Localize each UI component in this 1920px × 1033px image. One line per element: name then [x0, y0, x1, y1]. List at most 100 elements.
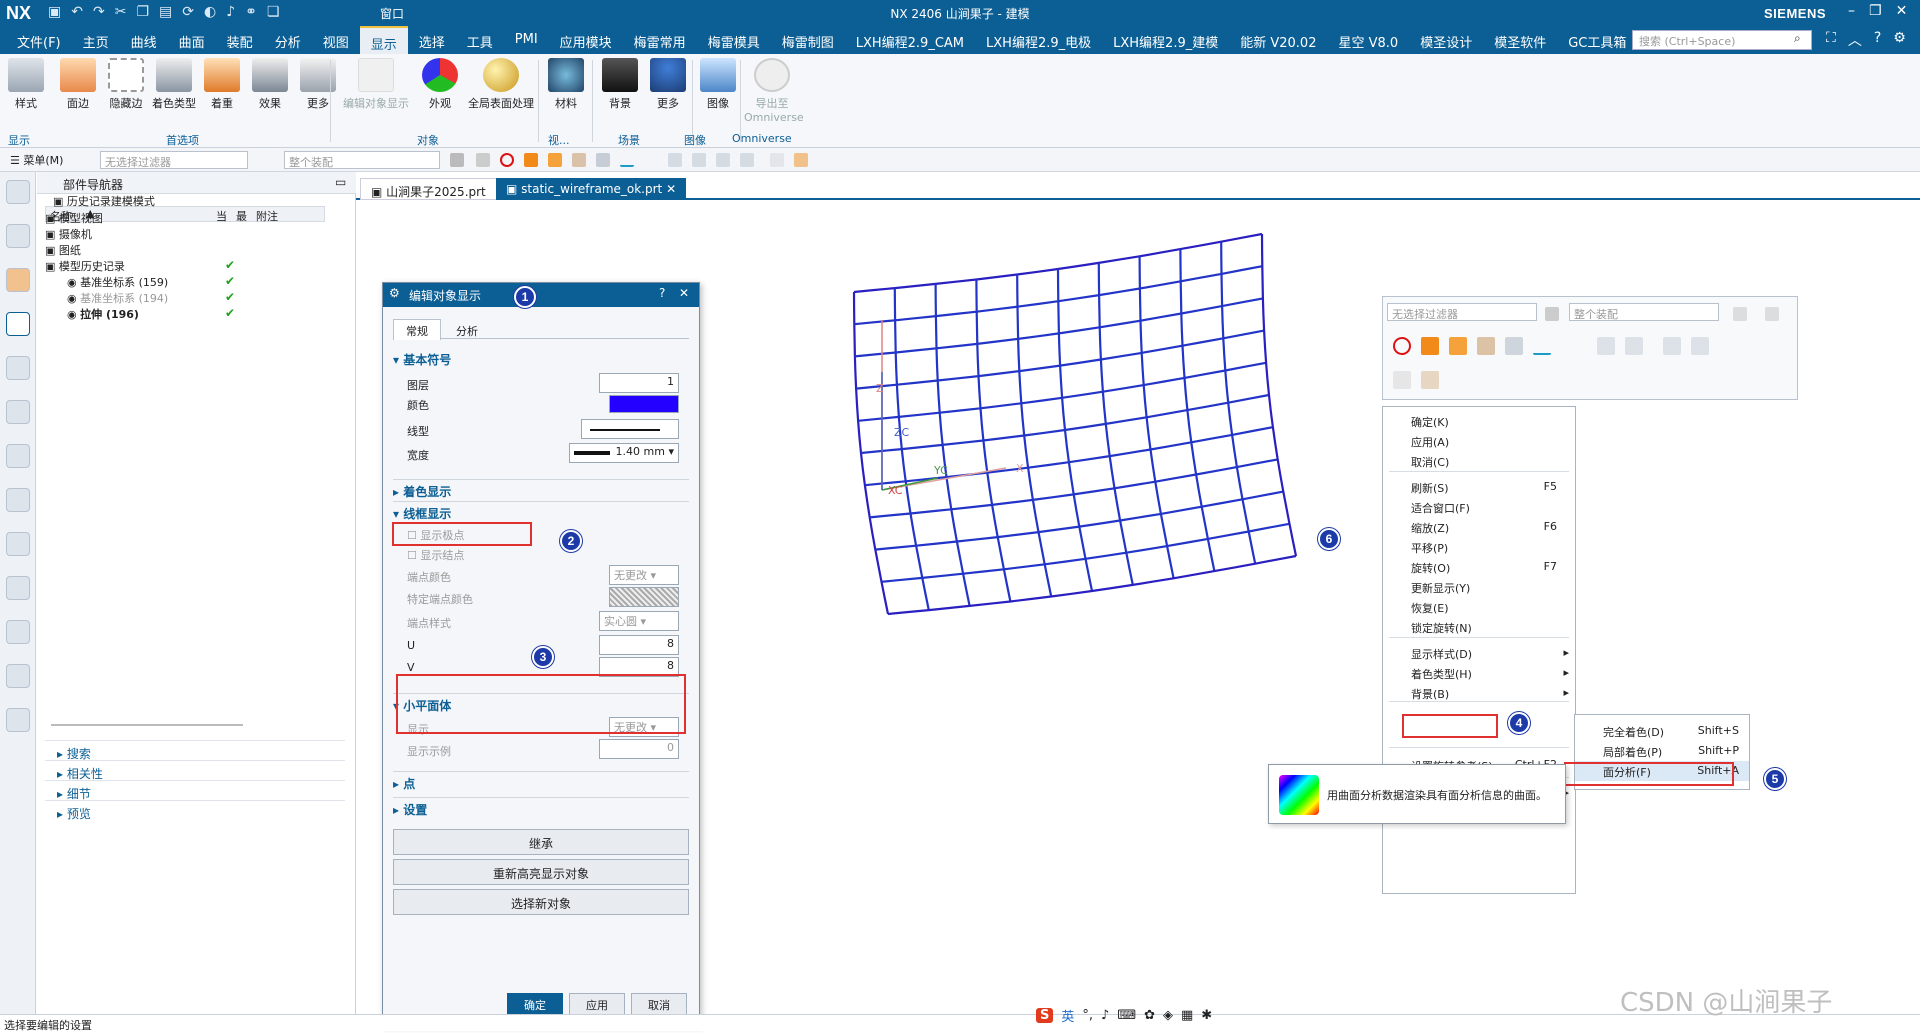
assembly-scope-dropdown[interactable]: 整个装配 [284, 151, 440, 169]
ime-settings-icon[interactable]: ✱ [1201, 1008, 1212, 1023]
context-deselect-icon[interactable] [1393, 337, 1411, 355]
context-snap2-icon[interactable] [1625, 337, 1643, 355]
tab-analysis[interactable]: 分析 [443, 321, 491, 339]
copy-icon[interactable]: ❐ [136, 4, 149, 20]
column-notes[interactable]: 附注 [256, 208, 278, 224]
tab-general[interactable]: 常规 [393, 319, 441, 340]
reuse-library-icon[interactable] [6, 356, 30, 380]
constraint-navigator-icon[interactable] [6, 268, 30, 292]
select-new-object-button[interactable]: 选择新对象 [393, 889, 689, 915]
context-menu-item[interactable]: 确定(K) [1383, 411, 1575, 431]
dialog-close-icon[interactable]: ✕ [679, 286, 689, 300]
context-menu-item[interactable]: 恢复(E) [1383, 597, 1575, 617]
snap-grid-icon[interactable] [692, 153, 706, 167]
ribbon-more-display-button[interactable]: 更多 [296, 58, 340, 111]
tree-node-check[interactable]: ✔ [225, 258, 235, 272]
shading-submenu-item[interactable]: 局部着色(P) Shift+P [1575, 741, 1749, 761]
group-preferences-label[interactable]: 首选项 [166, 132, 199, 148]
cut-icon[interactable]: ✂ [115, 4, 127, 20]
navigator-section-details[interactable]: ▸ 细节 [45, 780, 345, 802]
solid-body-icon[interactable] [524, 153, 538, 167]
search-icon[interactable]: ⌕ [1794, 31, 1801, 46]
snap-icon[interactable] [668, 153, 682, 167]
context-snap-icon[interactable] [1597, 337, 1615, 355]
context-menu-item[interactable]: 应用(A) [1383, 431, 1575, 451]
tree-node-check[interactable]: ✔ [225, 306, 235, 320]
navigator-section-dependencies[interactable]: ▸ 相关性 [45, 760, 345, 782]
tab-part-2[interactable]: ▣ static_wireframe_ok.prt ✕ [496, 178, 687, 200]
context-menu-item[interactable]: 刷新(S) F5 [1383, 477, 1575, 497]
sheet-body-icon[interactable] [548, 153, 562, 167]
layout-icon[interactable] [6, 708, 30, 732]
link-icon[interactable]: ⚭ [245, 4, 257, 20]
shading-submenu-item[interactable]: 完全着色(D) Shift+S [1575, 721, 1749, 741]
ribbon-style-button[interactable]: 样式 [4, 58, 48, 111]
ribbon-material-button[interactable]: 材料 [544, 58, 588, 111]
voice-icon[interactable]: ♪ [1101, 1008, 1109, 1023]
ribbon-effects-button[interactable]: 效果 [248, 58, 292, 111]
context-menu-item[interactable]: 更新显示(Y) [1383, 577, 1575, 597]
apply-button[interactable]: 应用 [569, 993, 625, 1015]
close-icon[interactable]: ✕ [1896, 3, 1908, 19]
paste-icon[interactable]: ▤ [159, 4, 172, 20]
section-shaded-display[interactable]: ▸ 着色显示 [393, 479, 689, 500]
context-feature-icon[interactable] [1505, 337, 1523, 355]
section-basic-symbol[interactable]: ▾ 基本符号 [393, 351, 689, 368]
context-box-icon[interactable] [1421, 371, 1439, 389]
filter-icon[interactable] [450, 153, 464, 167]
layer-input[interactable]: 1 [599, 373, 679, 393]
curve-icon[interactable] [620, 153, 634, 167]
ime-language[interactable]: 英 [1061, 1006, 1074, 1025]
group-image-label[interactable]: 图像 [684, 132, 706, 148]
group-object-label[interactable]: 对象 [417, 132, 439, 148]
deselect-icon[interactable] [500, 153, 514, 167]
horizontal-scrollbar[interactable] [51, 724, 243, 726]
context-menu-item[interactable]: 缩放(Z) F6 [1383, 517, 1575, 537]
ribbon-face-edge-button[interactable]: 面边 [56, 58, 100, 111]
repeat-icon[interactable]: ⟳ [182, 4, 194, 20]
help-icon[interactable]: ? [1874, 30, 1881, 50]
snap-point-icon[interactable] [716, 153, 730, 167]
inherit-button[interactable]: 继承 [393, 829, 689, 855]
point-color-dropdown[interactable]: 无更改 ▾ [609, 565, 679, 585]
feature-icon[interactable] [596, 153, 610, 167]
collapse-ribbon-icon[interactable]: ︿ [1848, 30, 1862, 50]
tree-node-check[interactable]: ✔ [225, 274, 235, 288]
column-current[interactable]: 当 [216, 208, 227, 224]
settings-icon[interactable]: ⚙ [1893, 30, 1906, 50]
context-filter-reset-icon[interactable] [1733, 307, 1747, 321]
punctuation-icon[interactable]: °, [1082, 1008, 1093, 1023]
tree-node[interactable]: ▣ 历史记录建模模式 [53, 193, 155, 211]
info-icon[interactable] [6, 488, 30, 512]
group-omniverse-label[interactable]: Omniverse [732, 132, 792, 145]
section-settings[interactable]: ▸ 设置 [393, 797, 689, 818]
game-icon[interactable]: ◈ [1163, 1008, 1173, 1023]
window-menu[interactable]: 窗口 [380, 5, 404, 22]
tree-node[interactable]: ◉ 拉伸 (196) [67, 306, 139, 324]
restore-icon[interactable]: ❐ [1869, 3, 1882, 19]
touch-icon[interactable]: ◐ [204, 4, 216, 20]
save-icon[interactable]: ▣ [48, 4, 61, 20]
context-filter-icon[interactable] [1545, 307, 1559, 321]
group-display-label[interactable]: 显示 [8, 132, 30, 148]
ribbon-more-scene-button[interactable]: 更多 [646, 58, 690, 111]
fullscreen-icon[interactable]: ⛶ [1826, 30, 1836, 50]
ribbon-background-button[interactable]: 背景 [598, 58, 642, 111]
face-icon[interactable] [572, 153, 586, 167]
undo-icon[interactable]: ↶ [71, 4, 83, 20]
point-style-dropdown[interactable]: 实心圆 ▾ [599, 611, 679, 631]
column-latest[interactable]: 最 [236, 208, 247, 224]
context-filter-extra-icon[interactable] [1765, 307, 1779, 321]
ribbon-export-omniverse-button[interactable]: 导出至 Omniverse [744, 58, 804, 124]
ribbon-global-finish-button[interactable]: 全局表面处理 [466, 58, 536, 111]
color-swatch[interactable] [609, 395, 679, 413]
context-point-icon[interactable] [1559, 337, 1577, 355]
selection-filter-dropdown[interactable]: 无选择过滤器 [100, 151, 248, 169]
context-menu-item[interactable]: 取消(C) [1383, 451, 1575, 471]
show-knots-checkbox[interactable]: ☐ 显示结点 [407, 547, 464, 563]
context-solid-icon[interactable] [1421, 337, 1439, 355]
context-menu-item[interactable]: 显示样式(D) ▸ [1383, 643, 1575, 663]
show-hide-icon[interactable] [770, 153, 784, 167]
globe-icon[interactable] [6, 532, 30, 556]
sogou-icon[interactable]: S [1036, 1007, 1054, 1023]
